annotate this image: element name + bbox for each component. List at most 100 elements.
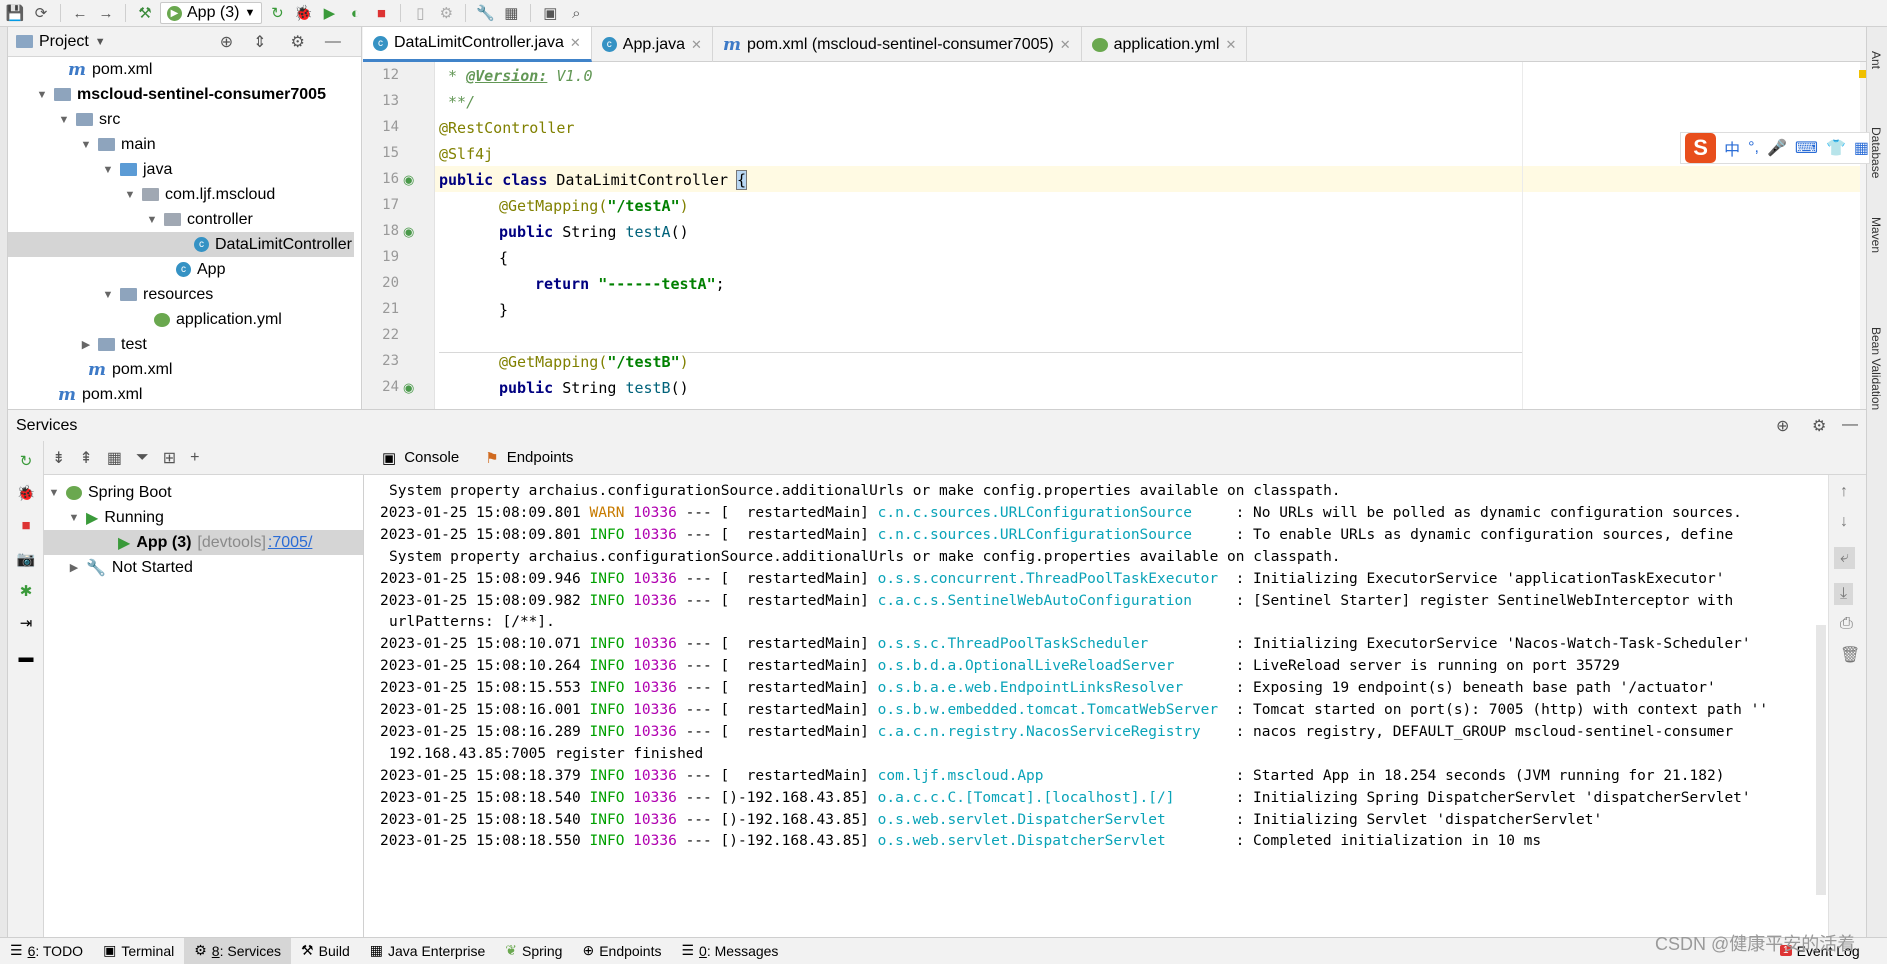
tree-item-root-pom[interactable]: m pom.xml	[58, 382, 142, 407]
mapping-gutter-icon[interactable]: ◉	[403, 224, 414, 240]
tree-item-running[interactable]: ▼ ▶ Running	[68, 505, 164, 530]
gear-icon[interactable]: ⚙	[1812, 416, 1826, 436]
console-output[interactable]: System property archaius.configurationSo…	[364, 475, 1828, 937]
collapse-icon[interactable]: ⇕	[253, 32, 266, 52]
gear-icon[interactable]: ⚙	[291, 32, 305, 52]
grid-menu-icon[interactable]: ▦	[1854, 138, 1869, 158]
expand-arrow-icon[interactable]: ▼	[80, 139, 92, 151]
locate-icon[interactable]: ⊕	[220, 32, 233, 52]
new-tab-icon[interactable]: ⊞	[163, 448, 176, 468]
expand-all-icon[interactable]: ⇟	[52, 448, 65, 468]
debug-settings-icon[interactable]: ✱	[16, 581, 36, 601]
tree-item-src[interactable]: ▼ src	[58, 107, 121, 132]
forward-icon[interactable]: →	[95, 2, 117, 24]
camera-icon[interactable]: 📷	[16, 549, 36, 569]
database-tool-label[interactable]: Database	[1869, 127, 1883, 178]
expand-arrow-icon[interactable]: ▼	[58, 114, 70, 126]
tree-item-not-started[interactable]: ▶ 🔧 Not Started	[68, 555, 193, 580]
expand-arrow-icon[interactable]: ▶	[68, 561, 80, 574]
tool-build[interactable]: ⚒ Build	[291, 938, 360, 964]
expand-arrow-icon[interactable]: ▼	[146, 214, 158, 226]
maven-tool-label[interactable]: Maven	[1869, 217, 1883, 253]
tool-endpoints[interactable]: ⊕ Endpoints	[572, 938, 671, 964]
tool-java-enterprise[interactable]: ▦ Java Enterprise	[360, 938, 496, 964]
tree-item-pom[interactable]: m pom.xml	[68, 57, 152, 82]
tab-pom[interactable]: m pom.xml (mscloud-sentinel-consumer7005)…	[713, 27, 1082, 62]
tool-messages[interactable]: ☰ 0: Messages	[671, 938, 788, 964]
app-port-link[interactable]: :7005/	[268, 534, 312, 552]
tree-item-app-running[interactable]: ▶ App (3) [devtools]:7005/	[44, 530, 363, 555]
editor-scrollbar[interactable]	[1860, 62, 1866, 409]
profile-icon[interactable]: ◐	[344, 2, 366, 24]
tab-endpoints[interactable]: ⚑ Endpoints	[485, 445, 573, 471]
hide-icon[interactable]: —	[1842, 416, 1858, 434]
project-structure-icon[interactable]: ▦	[500, 2, 522, 24]
mapping-gutter-icon[interactable]: ◉	[403, 380, 414, 396]
hide-icon[interactable]: —	[325, 33, 341, 51]
bean-gutter-icon[interactable]: ◉	[403, 172, 414, 188]
run-config-select[interactable]: ▶ App (3) ▼	[160, 2, 263, 24]
tab-app[interactable]: c App.java ✕	[592, 27, 713, 62]
expand-arrow-icon[interactable]: ▼	[36, 89, 48, 101]
expand-arrow-icon[interactable]: ▶	[80, 338, 92, 351]
settings-wrench-icon[interactable]: 🔧	[474, 2, 496, 24]
microphone-icon[interactable]: 🎤	[1767, 138, 1787, 158]
console-scrollbar[interactable]	[1816, 625, 1826, 895]
code-editor[interactable]: * @Version: V1.0 **/ @RestController @Sl…	[435, 62, 1866, 409]
tool-terminal[interactable]: ▣ Terminal	[93, 938, 184, 964]
tree-item-app[interactable]: c App	[176, 257, 225, 282]
chevron-down-icon[interactable]: ▼	[95, 36, 106, 48]
tree-item-package[interactable]: ▼ com.ljf.mscloud	[124, 182, 276, 207]
search-icon[interactable]: ⌕	[565, 2, 587, 24]
scroll-down-icon[interactable]: ↓	[1840, 513, 1848, 531]
filter-icon[interactable]: ⏷	[136, 449, 149, 467]
tool-todo[interactable]: ☰ 6: TODO	[0, 938, 93, 964]
tree-item-controller[interactable]: ▼ controller	[146, 207, 253, 232]
tool-services[interactable]: ⚙ 8: Services	[184, 937, 292, 964]
sync-icon[interactable]: ⟳	[30, 2, 52, 24]
print-icon[interactable]: ⎙	[1840, 615, 1853, 633]
back-icon[interactable]: ←	[69, 2, 91, 24]
tool-spring[interactable]: ❦ Spring	[495, 938, 572, 964]
login-icon[interactable]: ⇥	[16, 613, 36, 633]
clear-trash-icon[interactable]: 🗑	[1840, 645, 1860, 665]
debug-icon[interactable]: 🐞	[16, 483, 36, 503]
bean-validation-tool-label[interactable]: Bean Validation	[1869, 327, 1883, 410]
stop-icon[interactable]: ■	[16, 515, 36, 535]
tree-item-resources[interactable]: ▼ resources	[102, 282, 214, 307]
layout-icon[interactable]: ▬	[16, 647, 36, 667]
scroll-up-icon[interactable]: ↑	[1840, 483, 1848, 501]
collapse-all-icon[interactable]: ⇞	[79, 448, 92, 468]
close-icon[interactable]: ✕	[691, 37, 702, 53]
expand-arrow-icon[interactable]: ▼	[48, 487, 60, 499]
terminal-icon[interactable]: ▣	[539, 2, 561, 24]
expand-arrow-icon[interactable]: ▼	[68, 512, 80, 524]
expand-arrow-icon[interactable]: ▼	[102, 289, 114, 301]
locate-icon[interactable]: ⊕	[1776, 416, 1789, 436]
build-hammer-icon[interactable]: ⚒	[134, 2, 156, 24]
close-icon[interactable]: ✕	[1060, 37, 1071, 53]
skin-icon[interactable]: 👕	[1826, 138, 1846, 158]
rerun-icon[interactable]: ↻	[16, 451, 36, 471]
close-icon[interactable]: ✕	[1225, 37, 1236, 53]
tab-datalimitcontroller[interactable]: c DataLimitController.java ✕	[363, 27, 592, 62]
debug-icon[interactable]: 🐞	[292, 2, 314, 24]
tree-item-application-yml[interactable]: application.yml	[154, 307, 282, 332]
sogou-logo-icon[interactable]: S	[1685, 133, 1717, 163]
tree-item-module[interactable]: ▼ mscloud-sentinel-consumer7005	[36, 82, 326, 107]
services-icon[interactable]: ⚙	[435, 2, 457, 24]
tree-item-java[interactable]: ▼ java	[102, 157, 173, 182]
tab-application-yml[interactable]: application.yml ✕	[1082, 27, 1248, 62]
ime-mode-chinese[interactable]: 中	[1724, 136, 1740, 160]
tree-item-datalimitcontroller[interactable]: c DataLimitController	[8, 232, 354, 257]
tree-item-test[interactable]: ▶ test	[80, 332, 147, 357]
keyboard-icon[interactable]: ⌨	[1795, 138, 1818, 158]
stop-icon[interactable]: ■	[370, 2, 392, 24]
project-panel-title[interactable]: Project	[39, 33, 89, 51]
expand-arrow-icon[interactable]: ▼	[124, 189, 136, 201]
ime-punctuation[interactable]: °,	[1748, 139, 1759, 157]
ant-tool-label[interactable]: Ant	[1869, 51, 1883, 69]
save-icon[interactable]: 💾	[4, 2, 26, 24]
inspection-marker[interactable]	[1859, 70, 1866, 78]
scroll-to-end-icon[interactable]: ⤓	[1834, 583, 1854, 605]
